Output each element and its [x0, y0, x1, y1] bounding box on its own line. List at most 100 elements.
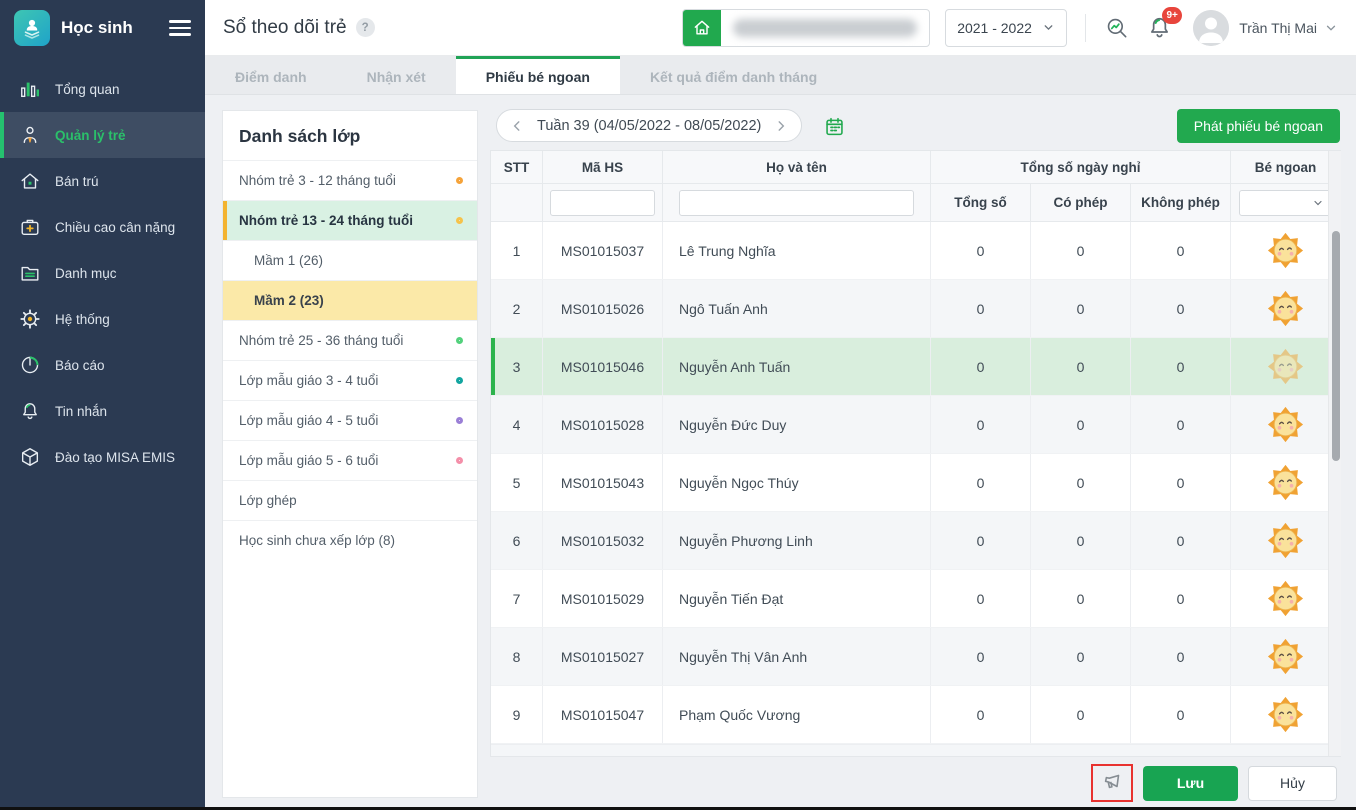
save-button[interactable]: Lưu	[1143, 766, 1238, 801]
class-label: Mầm 2 (23)	[254, 293, 324, 308]
cell-code: MS01015026	[543, 280, 663, 337]
table-row[interactable]: 7 MS01015029 Nguyễn Tiến Đạt 0 0 0	[491, 570, 1340, 628]
cell-badge[interactable]	[1231, 686, 1340, 743]
week-prev-icon[interactable]	[510, 119, 524, 133]
code-filter-input[interactable]	[550, 190, 655, 216]
avatar[interactable]	[1193, 10, 1229, 46]
name-filter-input[interactable]	[679, 190, 914, 216]
sidebar-item-bao-cao[interactable]: Báo cáo	[0, 342, 205, 388]
cell-badge[interactable]	[1231, 222, 1340, 279]
cell-badge[interactable]	[1231, 396, 1340, 453]
sidebar-item-ban-tru[interactable]: Bán trú	[0, 158, 205, 204]
tabs-bar: Điểm danh Nhận xét Phiếu bé ngoan Kết qu…	[205, 56, 1356, 95]
sidebar-item-tin-nhan[interactable]: Tin nhắn	[0, 388, 205, 434]
chevron-down-icon	[1312, 197, 1324, 209]
cell-excused: 0	[1031, 338, 1131, 395]
week-next-icon[interactable]	[774, 119, 788, 133]
cancel-button[interactable]: Hủy	[1248, 766, 1337, 801]
class-list-item[interactable]: Mầm 2 (23)	[223, 280, 477, 320]
cell-unexcused: 0	[1131, 570, 1231, 627]
sidebar-item-label: Tin nhắn	[55, 404, 107, 419]
cell-unexcused: 0	[1131, 628, 1231, 685]
folder-icon	[18, 261, 42, 285]
class-list-item[interactable]: Nhóm trẻ 25 - 36 tháng tuổi	[223, 320, 477, 360]
class-list-item[interactable]: Học sinh chưa xếp lớp (8)	[223, 520, 477, 560]
school-year-select[interactable]: 2021 - 2022	[945, 9, 1067, 47]
school-selector[interactable]	[682, 9, 930, 47]
cell-stt: 3	[491, 338, 543, 395]
table-row[interactable]: 5 MS01015043 Nguyễn Ngọc Thúy 0 0 0	[491, 454, 1340, 512]
cell-badge[interactable]	[1231, 512, 1340, 569]
table-header-row: STT Mã HS Họ và tên Tổng số ngày nghỉ Bé…	[491, 151, 1340, 184]
cell-badge[interactable]	[1231, 338, 1340, 395]
good-child-sun-icon	[1267, 696, 1304, 733]
class-label: Lớp ghép	[239, 493, 297, 508]
search-trend-icon[interactable]	[1102, 13, 1132, 43]
good-child-sun-icon	[1267, 580, 1304, 617]
class-list-item[interactable]: Nhóm trẻ 3 - 12 tháng tuổi	[223, 160, 477, 200]
cell-unexcused: 0	[1131, 338, 1231, 395]
class-list-item[interactable]: Lớp mẫu giáo 3 - 4 tuổi	[223, 360, 477, 400]
help-icon[interactable]: ?	[356, 18, 375, 37]
calendar-icon[interactable]	[823, 115, 845, 137]
topbar: Sổ theo dõi trẻ ? 2021 - 2022	[205, 0, 1356, 56]
sidebar-item-quan-ly-tre[interactable]: Quản lý trẻ	[0, 112, 205, 158]
sidebar-item-he-thong[interactable]: Hệ thống	[0, 296, 205, 342]
cell-total: 0	[931, 570, 1031, 627]
tab-nhan-xet[interactable]: Nhận xét	[337, 56, 456, 94]
cell-unexcused: 0	[1131, 396, 1231, 453]
table-row[interactable]: 1 MS01015037 Lê Trung Nghĩa 0 0 0	[491, 222, 1340, 280]
cell-badge[interactable]	[1231, 628, 1340, 685]
table-row[interactable]: 8 MS01015027 Nguyễn Thị Vân Anh 0 0 0	[491, 628, 1340, 686]
table-row[interactable]: 4 MS01015028 Nguyễn Đức Duy 0 0 0	[491, 396, 1340, 454]
hamburger-menu-icon[interactable]	[169, 16, 191, 40]
cell-stt: 6	[491, 512, 543, 569]
scrollbar-thumb[interactable]	[1332, 231, 1340, 461]
sidebar-item-chieu-cao-can-nang[interactable]: Chiều cao cân nặng	[0, 204, 205, 250]
cell-name: Lê Trung Nghĩa	[663, 222, 931, 279]
table-row[interactable]: 2 MS01015026 Ngô Tuấn Anh 0 0 0	[491, 280, 1340, 338]
table-row[interactable]: 6 MS01015032 Nguyễn Phương Linh 0 0 0	[491, 512, 1340, 570]
cell-badge[interactable]	[1231, 570, 1340, 627]
cell-badge[interactable]	[1231, 280, 1340, 337]
cell-total: 0	[931, 396, 1031, 453]
class-label: Nhóm trẻ 13 - 24 tháng tuổi	[239, 213, 413, 228]
good-child-sun-icon	[1267, 406, 1304, 443]
notifications-button[interactable]: 9+	[1146, 14, 1173, 41]
tab-phieu-be-ngoan[interactable]: Phiếu bé ngoan	[456, 56, 620, 94]
class-list: Nhóm trẻ 3 - 12 tháng tuổi Nhóm trẻ 13 -…	[223, 160, 477, 560]
table-row[interactable]: 3 MS01015046 Nguyễn Anh Tuấn 0 0 0	[491, 338, 1340, 396]
good-child-sun-icon	[1267, 522, 1304, 559]
pie-chart-icon	[18, 353, 42, 377]
megaphone-button[interactable]	[1091, 764, 1133, 802]
class-list-item[interactable]: Nhóm trẻ 13 - 24 tháng tuổi	[223, 200, 477, 240]
user-menu-chevron-icon[interactable]	[1324, 21, 1338, 35]
tab-diem-danh[interactable]: Điểm danh	[205, 56, 337, 94]
cell-name: Nguyễn Anh Tuấn	[663, 338, 931, 395]
table-scrollbar[interactable]	[1328, 151, 1341, 756]
cell-stt: 8	[491, 628, 543, 685]
table-row[interactable]: 9 MS01015047 Phạm Quốc Vương 0 0 0	[491, 686, 1340, 744]
sidebar-item-label: Báo cáo	[55, 358, 105, 373]
tab-ket-qua-diem-danh-thang[interactable]: Kết quả điểm danh tháng	[620, 56, 847, 94]
school-home-icon[interactable]	[683, 9, 721, 47]
sidebar-item-dao-tao[interactable]: Đào tạo MISA EMIS	[0, 434, 205, 480]
class-list-item[interactable]: Lớp mẫu giáo 4 - 5 tuổi	[223, 400, 477, 440]
week-navigator[interactable]: Tuần 39 (04/05/2022 - 08/05/2022)	[496, 109, 802, 142]
user-name[interactable]: Trần Thị Mai	[1239, 20, 1317, 36]
footer-actions: Lưu Hủy	[1091, 764, 1337, 802]
sidebar-item-label: Quản lý trẻ	[55, 128, 126, 143]
class-list-item[interactable]: Lớp ghép	[223, 480, 477, 520]
class-list-item[interactable]: Mầm 1 (26)	[223, 240, 477, 280]
class-label: Nhóm trẻ 3 - 12 tháng tuổi	[239, 173, 396, 188]
sidebar-item-danh-muc[interactable]: Danh mục	[0, 250, 205, 296]
sidebar-item-tong-quan[interactable]: Tổng quan	[0, 66, 205, 112]
cell-total: 0	[931, 222, 1031, 279]
cell-badge[interactable]	[1231, 454, 1340, 511]
class-list-item[interactable]: Lớp mẫu giáo 5 - 6 tuổi	[223, 440, 477, 480]
cell-excused: 0	[1031, 570, 1131, 627]
issue-certificate-button[interactable]: Phát phiếu bé ngoan	[1177, 109, 1340, 143]
page-title: Sổ theo dõi trẻ	[223, 17, 347, 39]
cell-name: Nguyễn Phương Linh	[663, 512, 931, 569]
badge-filter-select[interactable]	[1239, 190, 1333, 216]
